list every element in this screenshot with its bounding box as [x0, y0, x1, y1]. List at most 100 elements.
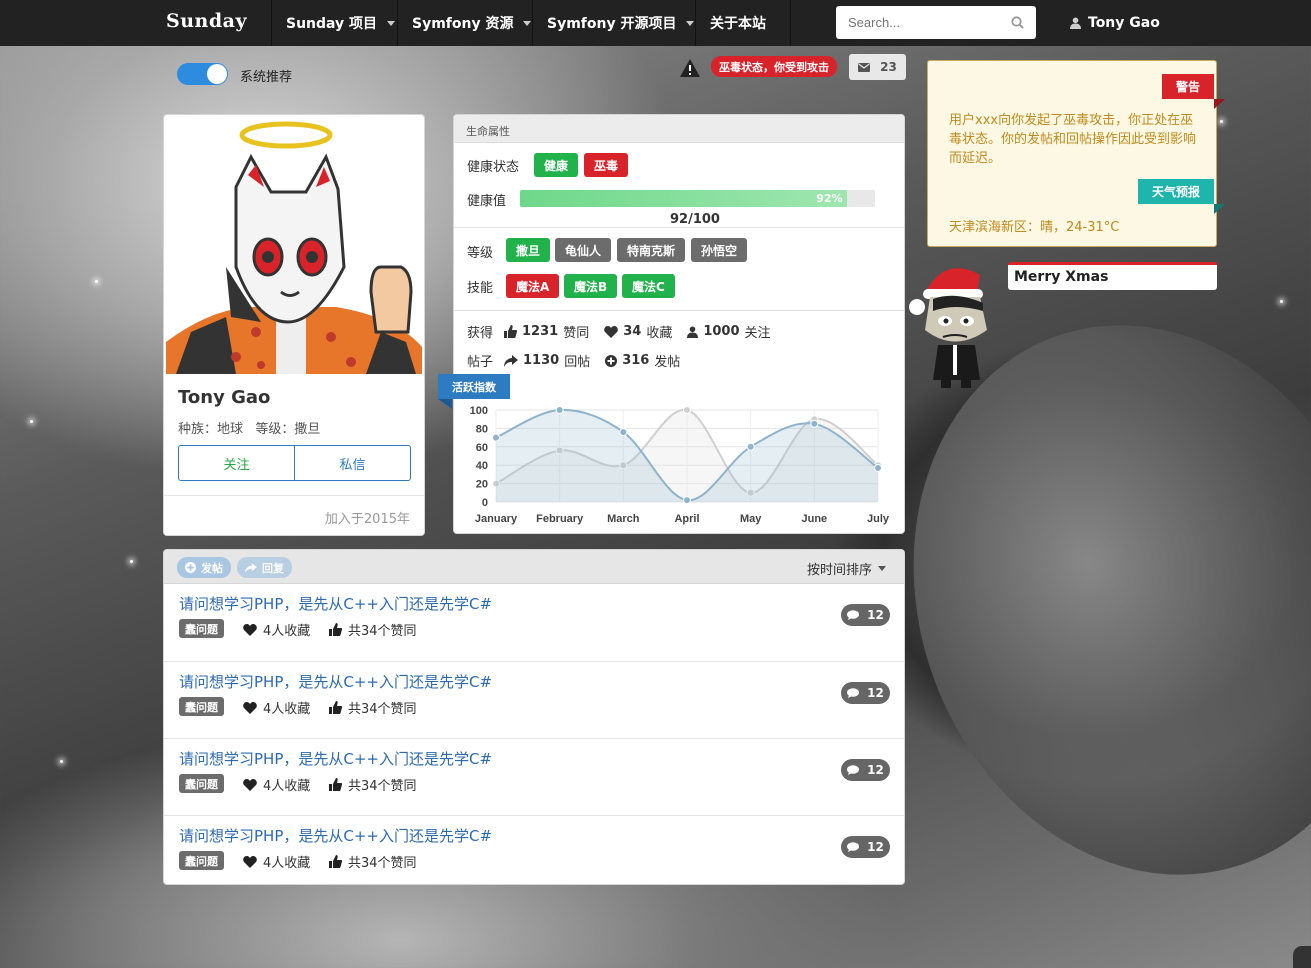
background-star — [95, 280, 98, 283]
chart-x-tick-label: February — [536, 513, 584, 525]
sort-dropdown[interactable]: 按时间排序 — [807, 559, 886, 578]
follow-button[interactable]: 关注 — [179, 446, 295, 480]
skill-tag: 魔法C — [622, 274, 675, 298]
mail-count: 23 — [880, 60, 897, 74]
xmas-mascot — [905, 255, 1005, 394]
comment-icon — [847, 765, 860, 775]
post-row[interactable]: 请问想学习PHP，是先从C++入门还是先学C# 蠢问题 4人收藏 共34个赞同 12 — [164, 738, 904, 815]
post-favorites-text: 4人收藏 — [263, 702, 311, 717]
reply-count-badge[interactable]: 12 — [841, 682, 890, 704]
level-tag: 撒旦 — [506, 238, 551, 262]
level-tag: 龟仙人 — [555, 238, 612, 262]
thumbs-up-icon — [329, 855, 342, 868]
profile-meta: 种族：地球 等级：撒旦 — [178, 418, 320, 437]
new-post-label: 发帖 — [201, 561, 223, 575]
message-button[interactable]: 私信 — [295, 446, 410, 480]
background-star — [130, 560, 133, 563]
nav-item-symfony-opensource[interactable]: Symfony 开源项目 — [532, 0, 708, 46]
post-row[interactable]: 请问想学习PHP，是先从C++入门还是先学C# 蠢问题 4人收藏 共34个赞同 12 — [164, 661, 904, 738]
post-title[interactable]: 请问想学习PHP，是先从C++入门还是先学C# — [179, 593, 492, 614]
comment-icon — [847, 688, 860, 698]
nav-item-symfony-resources[interactable]: Symfony 资源 — [397, 0, 545, 46]
user-icon — [1070, 17, 1081, 29]
likes-count: 1231 — [522, 324, 559, 339]
warning-ribbon: 警告 — [1162, 74, 1226, 109]
reply-count: 12 — [867, 840, 884, 854]
nav-item-sunday-projects[interactable]: Sunday 项目 — [271, 0, 409, 46]
search-icon[interactable] — [1011, 16, 1024, 29]
weather-text: 天津滨海新区：晴，24-31°C — [949, 220, 1120, 235]
skill-tag: 魔法B — [564, 274, 618, 298]
comment-icon — [847, 610, 860, 620]
reply-count-badge[interactable]: 12 — [841, 836, 890, 858]
post-favorites: 4人收藏 — [243, 775, 310, 794]
post-title[interactable]: 请问想学习PHP，是先从C++入门还是先学C# — [179, 671, 492, 692]
background-star — [1220, 120, 1223, 123]
chart-point — [492, 433, 500, 442]
chart-y-tick-label: 40 — [476, 460, 488, 472]
warning-icon — [680, 59, 700, 77]
search-box — [836, 6, 1036, 39]
replies-suffix: 回帖 — [564, 355, 591, 370]
post-title[interactable]: 请问想学习PHP，是先从C++入门还是先学C# — [179, 748, 492, 769]
top-navbar: Sunday Sunday 项目 Symfony 资源 Symfony 开源项目… — [0, 0, 1311, 46]
chart-y-tick-label: 0 — [482, 497, 488, 509]
joined-date: 加入于2015年 — [164, 495, 424, 527]
level-label: 等级 — [467, 246, 494, 261]
system-recommend-toggle[interactable] — [177, 63, 228, 85]
alert-panel: 警告 用户xxx向你发起了巫毒攻击，你正处在巫毒状态。你的发帖和回帖操作因此受到… — [927, 60, 1226, 247]
reply-count: 12 — [867, 608, 884, 622]
share-icon — [504, 354, 519, 367]
caret-down-icon — [686, 20, 695, 26]
health-status-label: 健康状态 — [467, 160, 520, 175]
post-row[interactable]: 请问想学习PHP，是先从C++入门还是先学C# 蠢问题 4人收藏 共34个赞同 12 — [164, 584, 904, 661]
profile-level: 等级：撒旦 — [255, 422, 321, 437]
user-menu[interactable]: Tony Gao — [1070, 0, 1160, 46]
post-title[interactable]: 请问想学习PHP，是先从C++入门还是先学C# — [179, 825, 492, 846]
background-star — [1280, 300, 1283, 303]
chart-point — [619, 428, 628, 437]
heart-icon — [243, 778, 257, 791]
reply-count-badge[interactable]: 12 — [841, 759, 890, 781]
new-post-button[interactable]: 发帖 — [177, 557, 231, 578]
profile-race: 种族：地球 — [178, 422, 244, 437]
chart-x-tick-label: January — [475, 513, 518, 525]
nav-item-about[interactable]: 关于本站 — [695, 0, 791, 46]
share-icon — [245, 562, 257, 573]
search-input[interactable] — [848, 15, 998, 30]
nav-item-label: Symfony 资源 — [412, 16, 514, 32]
heart-icon — [604, 325, 619, 338]
post-likes-text: 共34个赞同 — [348, 702, 417, 717]
xmas-banner: Merry Xmas — [1008, 262, 1217, 290]
envelope-icon — [858, 62, 871, 72]
health-tag: 健康 — [534, 153, 579, 177]
post-likes: 共34个赞同 — [329, 852, 417, 871]
chart-point — [683, 496, 691, 505]
divider — [454, 310, 904, 311]
post-likes: 共34个赞同 — [329, 620, 417, 639]
skill-tag: 魔法A — [506, 274, 560, 298]
activity-ribbon: 活跃指数 — [438, 374, 510, 409]
heart-icon — [243, 623, 257, 636]
reply-button[interactable]: 回复 — [237, 557, 292, 578]
scroll-corner — [1293, 946, 1311, 968]
background-star — [30, 420, 33, 423]
level-tag: 特南克斯 — [617, 238, 686, 262]
gain-row: 获得 1231 赞同 34 收藏 1000 关注 — [467, 322, 771, 341]
brand-logo[interactable]: Sunday — [166, 10, 247, 32]
mail-badge[interactable]: 23 — [849, 54, 906, 80]
post-row[interactable]: 请问想学习PHP，是先从C++入门还是先学C# 蠢问题 4人收藏 共34个赞同 12 — [164, 815, 904, 884]
comment-icon — [847, 842, 860, 852]
chart-x-tick-label: July — [867, 513, 890, 525]
toggle-knob — [207, 64, 227, 84]
reply-count-badge[interactable]: 12 — [841, 604, 890, 626]
chart-x-tick-label: April — [674, 513, 699, 525]
caret-down-icon — [878, 566, 886, 571]
post-likes-text: 共34个赞同 — [348, 779, 417, 794]
toggle-label: 系统推荐 — [240, 70, 293, 85]
health-tag: 巫毒 — [584, 153, 629, 177]
post-likes-text: 共34个赞同 — [348, 856, 417, 871]
favorites-suffix: 收藏 — [646, 326, 673, 341]
likes-suffix: 赞同 — [563, 326, 590, 341]
follows-suffix: 关注 — [744, 326, 771, 341]
